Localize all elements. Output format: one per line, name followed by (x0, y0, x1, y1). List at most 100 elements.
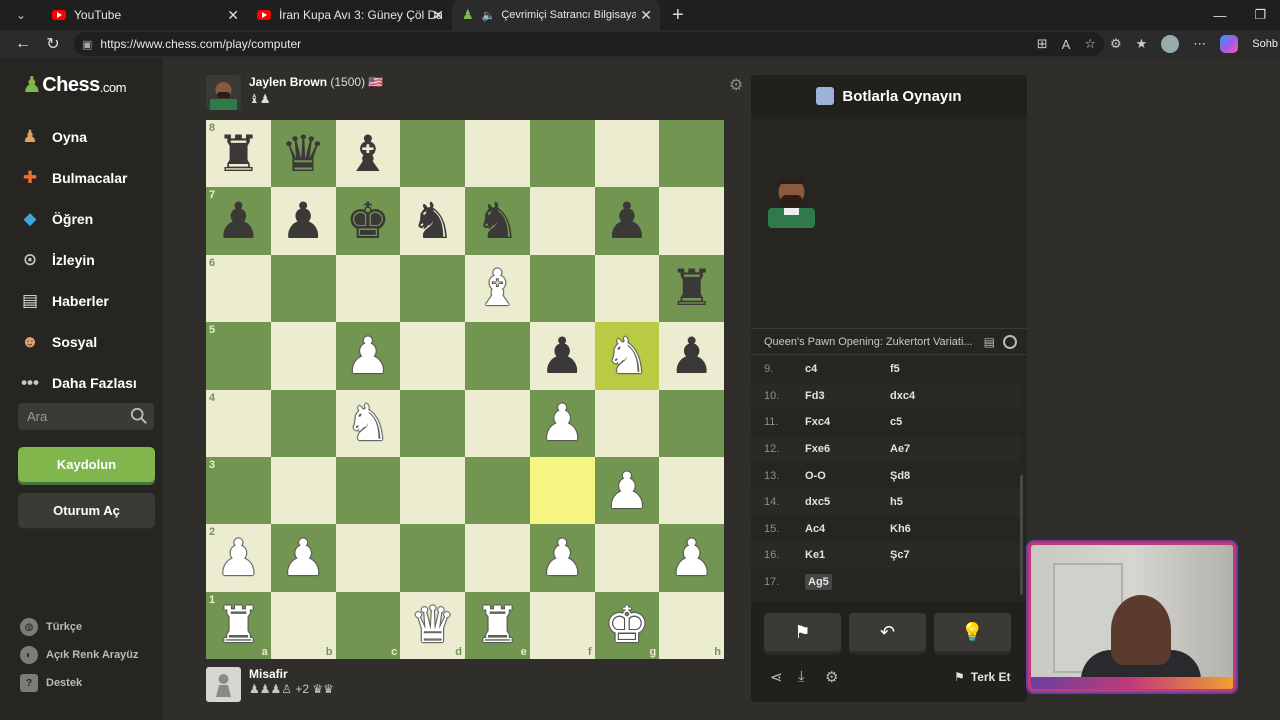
login-button[interactable]: Oturum Aç (18, 493, 155, 528)
white-rook-icon[interactable]: ♜ (216, 600, 261, 650)
square-c6[interactable] (335, 254, 401, 323)
tab-chess[interactable]: ♟ 🔈 Çevrimiçi Satrancı Bilgisayara ✕ (452, 0, 660, 30)
site-info-icon[interactable]: ▣ (82, 38, 92, 51)
sidebar-item-learn[interactable]: ◆ Öğren (18, 198, 158, 239)
white-knight-icon[interactable]: ♞ (345, 398, 390, 448)
close-icon[interactable]: ✕ (640, 7, 652, 24)
black-pawn-icon[interactable]: ♟ (604, 196, 649, 246)
tab-iran-kupa[interactable]: İran Kupa Avı 3: Güney Çöl Dağ Ke ✕ (247, 0, 452, 30)
minimize-icon[interactable]: — (1213, 8, 1226, 23)
white-knight-icon[interactable]: ♞ (604, 331, 649, 381)
square-e4[interactable] (465, 389, 530, 457)
sidebar-item-social[interactable]: ☻ Sosyal (18, 321, 158, 362)
square-e8[interactable] (465, 120, 530, 188)
square-a4[interactable]: 4 (206, 389, 271, 457)
restore-icon[interactable]: ❐ (1254, 7, 1266, 23)
black-knight-icon[interactable]: ♞ (475, 196, 520, 246)
url-field[interactable]: ▣ https://www.chess.com/play/computer (74, 32, 1104, 56)
light-theme-link[interactable]: ◐ Açık Renk Arayüz (20, 641, 139, 669)
cancel-icon[interactable] (1003, 335, 1017, 349)
square-e7[interactable]: ♞ (465, 187, 530, 255)
black-queen-icon[interactable]: ♛ (281, 129, 326, 179)
speaker-icon[interactable]: 🔈 (482, 9, 496, 22)
square-g2[interactable] (594, 524, 660, 592)
square-a2[interactable]: 2 ♟ (206, 524, 271, 592)
black-move[interactable]: Kh6 (890, 523, 911, 535)
close-icon[interactable]: ✕ (227, 7, 239, 24)
square-a3[interactable]: 3 (206, 456, 271, 525)
tab-youtube[interactable]: YouTube ✕ (42, 0, 247, 30)
favorites-icon[interactable]: ★ (1136, 36, 1148, 52)
square-d5[interactable] (400, 322, 465, 390)
square-h2[interactable]: ♟ (659, 524, 724, 592)
square-e1[interactable]: e ♜ (465, 591, 530, 659)
black-knight-icon[interactable]: ♞ (410, 196, 455, 246)
white-rook-icon[interactable]: ♜ (475, 600, 520, 650)
white-pawn-icon[interactable]: ♟ (345, 331, 390, 381)
sidebar-item-puzzles[interactable]: ✚ Bulmacalar (18, 157, 158, 198)
white-move[interactable]: c4 (805, 363, 890, 375)
square-e2[interactable] (465, 524, 530, 592)
square-h7[interactable] (659, 187, 724, 255)
square-d6[interactable] (400, 254, 465, 323)
white-king-icon[interactable]: ♚ (604, 600, 649, 650)
resign-button[interactable]: ⚑ Terk Et (954, 670, 1011, 684)
search-icon[interactable] (130, 407, 148, 425)
square-g5[interactable]: ♞ (594, 322, 660, 390)
bot-avatar-large[interactable] (764, 170, 819, 228)
square-h4[interactable] (659, 389, 724, 457)
flag-button[interactable]: ⚑ (764, 613, 841, 651)
square-g1[interactable]: g ♚ (594, 591, 660, 659)
square-g3[interactable]: ♟ (594, 456, 660, 525)
square-b1[interactable]: b (270, 591, 336, 659)
favorite-star-icon[interactable]: ☆ (1084, 36, 1096, 52)
undo-button[interactable]: ↶ (849, 613, 926, 651)
black-move[interactable]: c5 (890, 416, 902, 428)
square-g4[interactable] (594, 389, 660, 457)
black-pawn-icon[interactable]: ♟ (669, 331, 714, 381)
square-b7[interactable]: ♟ (270, 187, 336, 255)
square-f2[interactable]: ♟ (529, 524, 595, 592)
square-f3[interactable] (529, 456, 595, 525)
profile-avatar[interactable] (1161, 35, 1180, 53)
support-link[interactable]: ? Destek (20, 669, 139, 697)
black-move[interactable]: Şc7 (890, 549, 910, 561)
square-b8[interactable]: ♛ (270, 120, 336, 188)
square-h1[interactable]: h (659, 591, 724, 659)
back-icon[interactable]: ← (8, 35, 38, 53)
black-pawn-icon[interactable]: ♟ (281, 196, 326, 246)
download-icon[interactable]: ⤓ (798, 668, 805, 685)
white-move[interactable]: Fxc4 (805, 416, 890, 428)
white-pawn-icon[interactable]: ♟ (540, 533, 585, 583)
hint-button[interactable]: 💡 (934, 613, 1011, 651)
square-c5[interactable]: ♟ (335, 322, 401, 390)
square-b6[interactable] (270, 254, 336, 323)
square-a1[interactable]: 1 a ♜ (206, 591, 271, 659)
bottom-player-name[interactable]: Misafir (249, 667, 334, 681)
square-b4[interactable] (270, 389, 336, 457)
square-a6[interactable]: 6 (206, 254, 271, 323)
square-g8[interactable] (594, 120, 660, 188)
bot-avatar[interactable] (206, 75, 241, 110)
white-pawn-icon[interactable]: ♟ (540, 398, 585, 448)
sidebar-item-more[interactable]: ••• Daha Fazlası (18, 362, 158, 403)
white-move[interactable]: O-O (805, 470, 890, 482)
square-f4[interactable]: ♟ (529, 389, 595, 457)
white-move[interactable]: Ac4 (805, 523, 890, 535)
move-list-scrollbar[interactable] (1020, 475, 1023, 595)
new-tab-icon[interactable]: + (672, 4, 684, 27)
black-move[interactable]: h5 (890, 496, 903, 508)
square-d7[interactable]: ♞ (400, 187, 465, 255)
white-move[interactable]: dxc5 (805, 496, 890, 508)
book-icon[interactable]: ▤ (984, 335, 995, 349)
app-icon[interactable]: ⊞ (1037, 36, 1048, 52)
chess-logo[interactable]: ♟ Chess .com (22, 72, 126, 98)
square-f8[interactable] (529, 120, 595, 188)
black-move[interactable]: dxc4 (890, 390, 915, 402)
black-move[interactable]: Şd8 (890, 470, 910, 482)
square-c7[interactable]: ♚ (335, 187, 401, 255)
square-c1[interactable]: c (335, 591, 401, 659)
square-e5[interactable] (465, 322, 530, 390)
black-rook-icon[interactable]: ♜ (669, 263, 714, 313)
settings-icon[interactable]: ⚙ (825, 668, 838, 686)
